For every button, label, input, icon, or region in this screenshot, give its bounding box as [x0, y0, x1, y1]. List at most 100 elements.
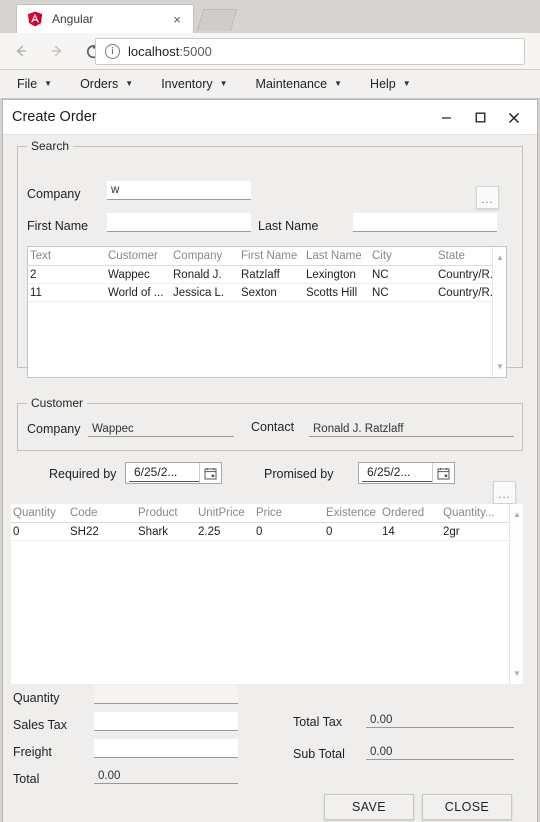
quantity-input[interactable]: [94, 685, 238, 704]
cell-last-name: Scotts Hill: [306, 286, 358, 299]
cell-ordered: 14: [382, 525, 395, 538]
minimize-icon[interactable]: [429, 103, 463, 133]
dialog-titlebar[interactable]: Create Order: [3, 100, 537, 135]
customer-contact-label: Contact: [251, 420, 295, 434]
app-root: Angular × i localhost:5000 File ▼ Orders…: [0, 0, 540, 822]
menu-file[interactable]: File ▼: [0, 70, 66, 99]
table-row[interactable]: 2 Wappec Ronald J. Ratzlaff Lexington NC…: [28, 266, 506, 284]
browser-tab-strip: Angular ×: [0, 0, 540, 33]
calendar-icon[interactable]: [432, 463, 454, 483]
customer-company-label: Company: [27, 422, 81, 436]
browser-tab-title: Angular: [52, 12, 94, 26]
cell-price: 0: [256, 525, 263, 538]
customer-group-legend: Customer: [27, 396, 88, 410]
scroll-up-icon[interactable]: ▲: [510, 508, 523, 521]
close-icon[interactable]: [497, 103, 531, 133]
required-by-date-field[interactable]: 6/25/2...: [125, 462, 222, 484]
customer-contact-value[interactable]: Ronald J. Ratzlaff: [309, 419, 514, 437]
close-button[interactable]: CLOSE: [422, 794, 512, 820]
col-unitprice: UnitPrice: [198, 507, 245, 519]
menu-inventory-label: Inventory: [161, 77, 213, 91]
required-by-date-value: 6/25/2...: [129, 464, 199, 482]
table-row[interactable]: 0 SH22 Shark 2.25 0 0 14 2gr: [11, 523, 523, 541]
maximize-icon[interactable]: [463, 103, 497, 133]
search-group-legend: Search: [27, 139, 74, 153]
sales-tax-label: Sales Tax: [13, 718, 67, 732]
total-tax-label: Total Tax: [293, 715, 343, 729]
cell-quantity2: 2gr: [443, 525, 460, 538]
search-first-name-input[interactable]: [107, 213, 251, 232]
order-items-grid[interactable]: Quantity Code Product UnitPrice Price Ex…: [11, 504, 523, 684]
cell-customer: Wappec: [108, 268, 150, 281]
menu-maintenance[interactable]: Maintenance ▼: [242, 70, 357, 99]
menu-help-label: Help: [370, 77, 396, 91]
menu-inventory[interactable]: Inventory ▼: [147, 70, 241, 99]
new-tab-button[interactable]: [196, 9, 238, 31]
cell-customer: World of ...: [108, 286, 164, 299]
col-quantity2: Quantity...: [443, 507, 495, 519]
close-icon[interactable]: ×: [168, 10, 186, 28]
col-last-name: Last Name: [306, 250, 362, 262]
forward-icon[interactable]: [42, 36, 72, 66]
promised-by-date-field[interactable]: 6/25/2...: [358, 462, 455, 484]
search-results-grid[interactable]: Text Customer Company First Name Last Na…: [27, 246, 507, 378]
sales-tax-input[interactable]: [94, 712, 238, 731]
cell-product: Shark: [138, 525, 169, 538]
sub-total-label: Sub Total: [293, 747, 345, 761]
col-quantity: Quantity: [13, 507, 56, 519]
col-product: Product: [138, 507, 178, 519]
scroll-down-icon[interactable]: ▼: [493, 360, 506, 373]
menu-orders[interactable]: Orders ▼: [66, 70, 147, 99]
required-by-label: Required by: [49, 467, 117, 481]
cell-city: NC: [372, 286, 389, 299]
site-info-icon[interactable]: i: [105, 44, 120, 59]
col-company: Company: [173, 250, 223, 262]
col-code: Code: [70, 507, 98, 519]
create-order-dialog: Create Order Search Company First Nam: [2, 99, 538, 822]
chevron-down-icon: ▼: [44, 79, 53, 88]
cell-company: Jessica L.: [173, 286, 225, 299]
freight-label: Freight: [13, 745, 52, 759]
scroll-down-icon[interactable]: ▼: [510, 667, 523, 680]
browser-toolbar: i localhost:5000: [0, 33, 540, 70]
back-icon[interactable]: [6, 36, 36, 66]
search-browse-button[interactable]: ...: [476, 186, 499, 209]
col-customer: Customer: [108, 250, 158, 262]
freight-input[interactable]: [94, 739, 238, 758]
cell-state: Country/R...: [438, 268, 496, 281]
col-city: City: [372, 250, 392, 262]
cell-city: NC: [372, 268, 389, 281]
calendar-icon[interactable]: [199, 463, 221, 483]
chevron-down-icon: ▼: [125, 79, 134, 88]
search-last-name-input[interactable]: [353, 213, 497, 232]
chevron-down-icon: ▼: [219, 79, 228, 88]
table-row[interactable]: 11 World of ... Jessica L. Sexton Scotts…: [28, 284, 506, 302]
search-last-name-label: Last Name: [258, 219, 319, 233]
search-company-label: Company: [27, 187, 81, 201]
scroll-up-icon[interactable]: ▲: [493, 251, 506, 264]
window-controls: [429, 100, 531, 135]
items-grid-scrollbar[interactable]: ▲ ▼: [509, 504, 523, 684]
browser-tab-angular[interactable]: Angular ×: [16, 4, 194, 33]
chevron-down-icon: ▼: [334, 79, 343, 88]
items-browse-button[interactable]: ...: [493, 481, 516, 504]
menu-orders-label: Orders: [80, 77, 119, 91]
search-grid-scrollbar[interactable]: ▲ ▼: [492, 247, 506, 377]
cell-company: Ronald J.: [173, 268, 222, 281]
search-grid-header: Text Customer Company First Name Last Na…: [28, 247, 506, 266]
search-company-input[interactable]: [107, 181, 251, 200]
total-label: Total: [13, 772, 40, 786]
col-state: State: [438, 250, 465, 262]
customer-company-value[interactable]: Wappec: [88, 419, 234, 437]
promised-by-date-value: 6/25/2...: [362, 464, 432, 482]
save-button[interactable]: SAVE: [324, 794, 414, 820]
address-bar-url: localhost:5000: [128, 44, 212, 59]
menu-help[interactable]: Help ▼: [356, 70, 425, 99]
address-bar[interactable]: i localhost:5000: [95, 38, 525, 65]
menu-maintenance-label: Maintenance: [255, 77, 328, 91]
cell-first-name: Sexton: [241, 286, 277, 299]
cell-text: 2: [30, 268, 37, 281]
total-value: 0.00: [94, 766, 238, 784]
col-text: Text: [30, 250, 52, 262]
cell-state: Country/R...: [438, 286, 496, 299]
